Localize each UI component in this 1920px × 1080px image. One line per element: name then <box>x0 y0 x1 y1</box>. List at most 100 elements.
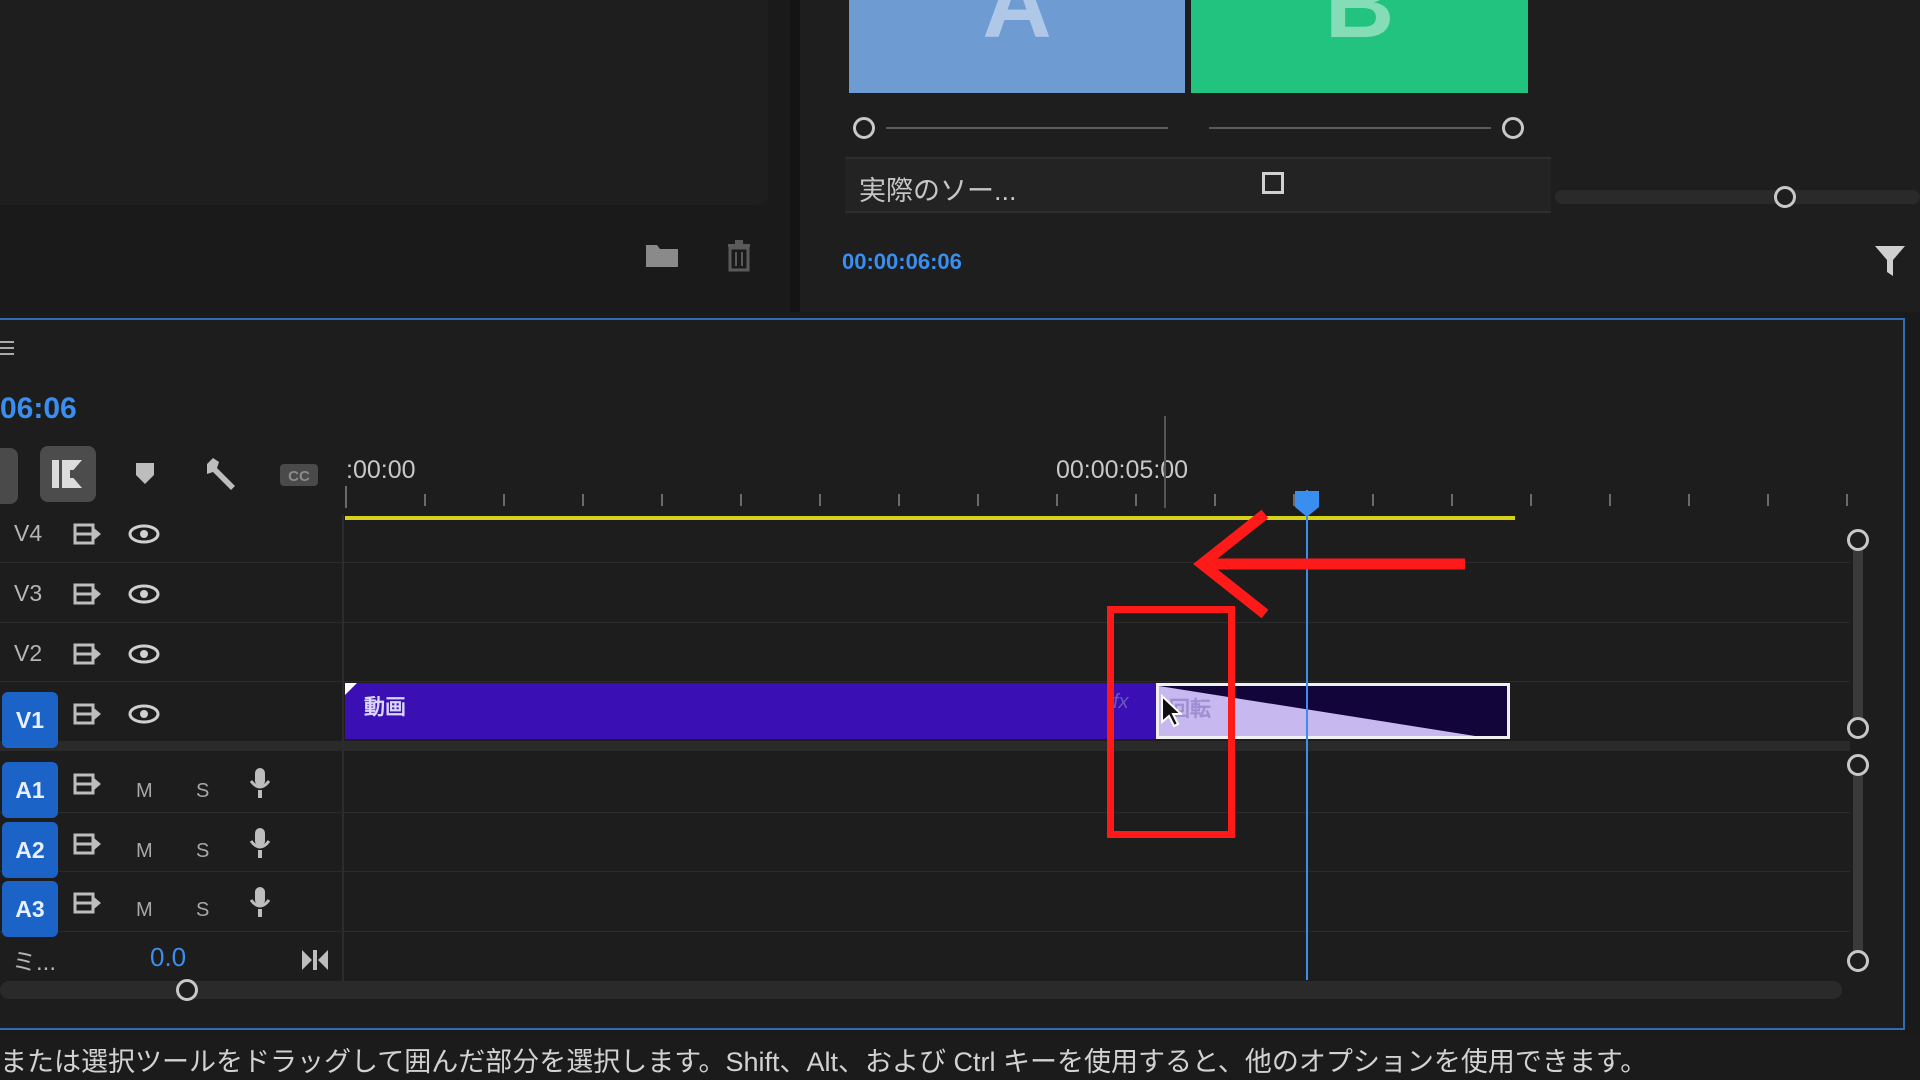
track-badge-a3[interactable]: A3 <box>2 881 58 937</box>
property-label: 実際のソー... <box>859 176 1017 206</box>
zoom-scrollbar[interactable] <box>1555 190 1920 204</box>
track-output-icon[interactable] <box>73 582 103 611</box>
track-badge-v1[interactable]: V1 <box>2 692 58 748</box>
track-output-icon[interactable] <box>73 702 103 731</box>
ruler-tick <box>740 494 742 506</box>
timeline-zoom-knob[interactable] <box>176 979 198 1001</box>
eye-icon[interactable] <box>128 523 160 550</box>
track-badge-a1[interactable]: A1 <box>2 762 58 818</box>
menu-icon[interactable] <box>0 340 14 361</box>
mute-button-a1[interactable]: M <box>136 780 153 803</box>
track-label-v2[interactable]: V2 <box>14 640 42 667</box>
timeline-horizontal-scrollbar[interactable] <box>0 981 1842 999</box>
ruler-tick <box>503 494 505 506</box>
swatch-b-letter: B <box>1324 0 1395 58</box>
snap-icon[interactable] <box>0 448 18 504</box>
solo-button-a3[interactable]: S <box>196 899 209 922</box>
playhead-timecode[interactable]: 06:06 <box>0 392 77 426</box>
video-clip[interactable]: 動画 fx <box>345 683 1156 739</box>
ruler-tick <box>1056 494 1058 506</box>
linked-selection-icon[interactable] <box>40 446 96 502</box>
svg-text:CC: CC <box>288 468 310 485</box>
track-separator <box>0 812 1850 813</box>
track-separator <box>0 931 1850 932</box>
zoom-fit-icon[interactable] <box>300 948 330 977</box>
ruler-tick <box>1135 494 1137 506</box>
time-ruler[interactable] <box>345 486 1865 508</box>
solo-button-a2[interactable]: S <box>196 840 209 863</box>
audio-vertical-scrollbar[interactable] <box>1853 766 1863 966</box>
marker-icon[interactable] <box>133 460 157 491</box>
mix-label: ミ... <box>12 949 57 976</box>
microphone-icon[interactable] <box>249 885 271 924</box>
ruler-tick <box>1846 494 1848 506</box>
ruler-tick <box>1530 494 1532 506</box>
panel-divider <box>790 0 800 312</box>
eye-icon[interactable] <box>128 703 160 730</box>
eye-icon[interactable] <box>128 643 160 670</box>
filter-icon[interactable] <box>1874 244 1906 283</box>
track-output-icon[interactable] <box>73 522 103 551</box>
ruler-tick <box>819 494 821 506</box>
property-row: 実際のソー... <box>845 157 1551 213</box>
track-separator <box>0 681 1850 682</box>
mix-value[interactable]: 0.0 <box>150 942 186 973</box>
track-label-v4[interactable]: V4 <box>14 520 42 547</box>
annotation-box <box>1107 606 1235 838</box>
trash-icon[interactable] <box>726 240 752 277</box>
track-separator <box>0 622 1850 623</box>
captions-icon[interactable]: CC <box>278 462 320 493</box>
zoom-scrollbar-knob[interactable] <box>1774 186 1796 208</box>
ruler-tick <box>898 494 900 506</box>
ruler-tick <box>1767 494 1769 506</box>
track-output-icon[interactable] <box>73 772 103 801</box>
track-output-icon[interactable] <box>73 642 103 671</box>
annotation-arrow <box>1193 509 1465 619</box>
mute-button-a2[interactable]: M <box>136 840 153 863</box>
project-panel <box>0 0 768 205</box>
track-separator <box>0 562 1850 563</box>
track-output-icon[interactable] <box>73 891 103 920</box>
swatch-b: B <box>1191 0 1528 93</box>
ruler-tick <box>1609 494 1611 506</box>
clip-in-point-marker <box>345 683 357 695</box>
track-separator <box>0 871 1850 872</box>
folder-icon[interactable] <box>645 240 679 273</box>
timeline-panel: 06:06 CC :00:00 00:00:05:00 V4 V3 V2 V1 … <box>0 318 1905 1030</box>
end-slider-knob[interactable] <box>1502 117 1524 139</box>
wrench-icon[interactable] <box>203 456 239 497</box>
show-actual-sources-checkbox[interactable] <box>1262 172 1284 194</box>
microphone-icon[interactable] <box>249 826 271 865</box>
swatch-a-letter: A <box>982 0 1052 58</box>
ruler-label-5s: 00:00:05:00 <box>1056 456 1189 484</box>
track-header-divider <box>342 515 344 983</box>
track-output-icon[interactable] <box>73 832 103 861</box>
ruler-tick <box>582 494 584 506</box>
swatch-a: A <box>849 0 1185 93</box>
start-slider-knob[interactable] <box>853 117 875 139</box>
clip-label: 動画 <box>364 696 406 719</box>
effect-timecode[interactable]: 00:00:06:06 <box>842 249 962 275</box>
ruler-tick <box>1214 494 1216 506</box>
audio-scroll-knob-top[interactable] <box>1847 754 1869 776</box>
end-slider-track[interactable] <box>1209 127 1491 129</box>
start-slider-track[interactable] <box>886 127 1168 129</box>
microphone-icon[interactable] <box>249 766 271 805</box>
track-badge-a2[interactable]: A2 <box>2 822 58 878</box>
ruler-tick <box>661 494 663 506</box>
ruler-label-start: :00:00 <box>346 456 416 484</box>
track-label-v3[interactable]: V3 <box>14 580 42 607</box>
ruler-tick <box>977 494 979 506</box>
effect-controls-panel: A B 実際のソー... 00:00:06:06 document.curren… <box>800 0 1920 312</box>
video-scroll-knob-top[interactable] <box>1847 529 1869 551</box>
eye-icon[interactable] <box>128 583 160 610</box>
ruler-tick <box>1688 494 1690 506</box>
audio-scroll-knob-bottom[interactable] <box>1847 950 1869 972</box>
video-vertical-scrollbar[interactable] <box>1853 540 1863 728</box>
video-scroll-knob-bottom[interactable] <box>1847 717 1869 739</box>
solo-button-a1[interactable]: S <box>196 780 209 803</box>
mute-button-a3[interactable]: M <box>136 899 153 922</box>
ruler-tick <box>1451 494 1453 506</box>
status-message: または選択ツールをドラッグして囲んだ部分を選択します。Shift、Alt、および… <box>0 1047 1648 1077</box>
ruler-tick <box>424 494 426 506</box>
